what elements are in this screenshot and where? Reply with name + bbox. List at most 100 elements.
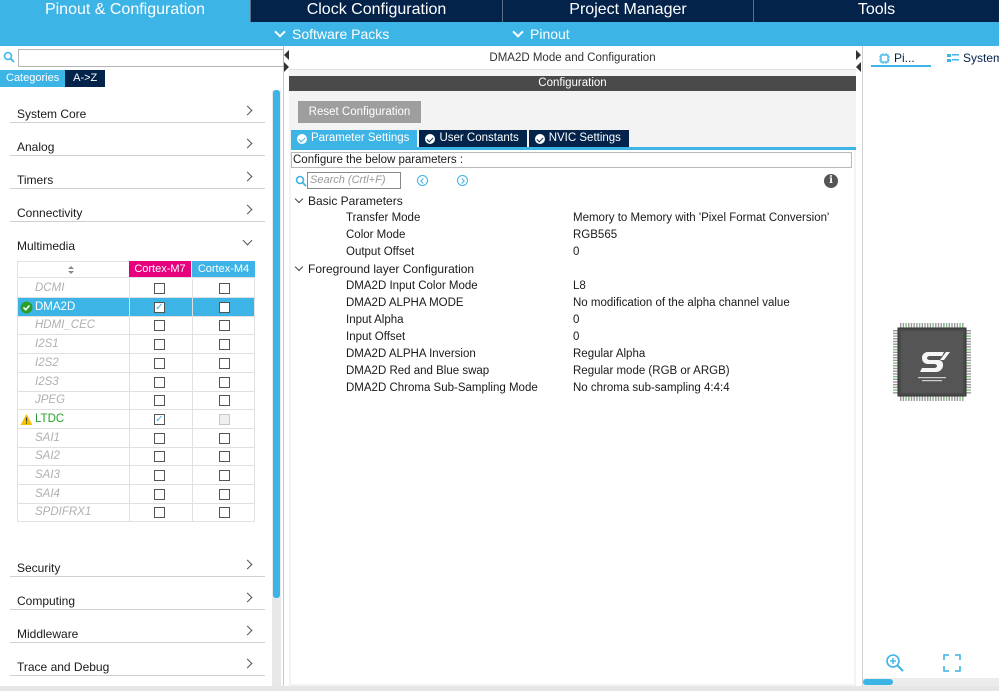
category-trace-and-debug[interactable]: Trace and Debug (10, 648, 265, 676)
software-packs-menu[interactable]: Software Packs (274, 24, 389, 44)
cortex-m7-checkbox[interactable] (154, 357, 165, 369)
info-icon[interactable]: i (824, 174, 838, 188)
cortex-m7-checkbox[interactable] (154, 320, 165, 332)
cortex-m7-checkbox[interactable] (154, 339, 165, 351)
category-middleware[interactable]: Middleware (10, 615, 265, 643)
param-value-transfer-mode[interactable]: Memory to Memory with 'Pixel Format Conv… (573, 212, 829, 224)
reset-configuration-button[interactable]: Reset Configuration (298, 101, 421, 123)
search-icon (3, 51, 15, 63)
param-value-alpha-inversion[interactable]: Regular Alpha (573, 348, 645, 360)
column-divider (129, 466, 130, 484)
cortex-m4-checkbox[interactable] (219, 488, 230, 500)
mode-configuration-panel: DMA2D Mode and Configuration Configurati… (289, 46, 856, 686)
cortex-m4-checkbox[interactable] (219, 283, 230, 294)
cortex-m4-checkbox[interactable] (219, 413, 230, 425)
cortex-m4-checkbox[interactable] (219, 451, 230, 463)
category-analog[interactable]: Analog (10, 128, 265, 156)
right-scrollbar-thumb[interactable] (863, 679, 893, 685)
category-connectivity[interactable]: Connectivity (10, 194, 265, 222)
next-match-icon[interactable] (457, 175, 468, 186)
category-label: Connectivity (17, 206, 83, 220)
cortex-m7-checkbox[interactable] (154, 507, 165, 519)
peripheral-name: DCMI (35, 282, 65, 294)
peripheral-row-jpeg[interactable]: JPEG (17, 391, 255, 411)
cortex-m4-checkbox[interactable] (219, 395, 230, 407)
param-value-color-mode[interactable]: RGB565 (573, 229, 617, 241)
category-computing[interactable]: Computing (10, 582, 265, 610)
param-value-chroma-sub-sampling[interactable]: No chroma sub-sampling 4:4:4 (573, 382, 730, 394)
collapse-right-arrow-icon[interactable] (856, 62, 861, 72)
cortex-m4-checkbox[interactable] (219, 320, 230, 332)
cortex-m7-checkbox[interactable] (154, 376, 165, 388)
tab-tools[interactable]: Tools (754, 0, 999, 22)
peripheral-row-sai1[interactable]: SAI1 (17, 428, 255, 448)
cortex-m7-checkbox[interactable] (154, 488, 165, 500)
category-search-input[interactable] (18, 49, 284, 67)
cortex-m7-checkbox[interactable] (154, 470, 165, 481)
category-security[interactable]: Security (10, 549, 265, 577)
peripheral-row-ltdc[interactable]: LTDC ✓ (17, 409, 255, 429)
cortex-m7-checkbox[interactable] (154, 451, 165, 463)
group-foreground-layer-configuration[interactable]: Foreground layer Configuration (294, 262, 474, 276)
cortex-m7-checkbox[interactable] (154, 283, 165, 294)
tab-clock-configuration[interactable]: Clock Configuration (251, 0, 503, 22)
tab-project-manager[interactable]: Project Manager (503, 0, 754, 22)
param-value-output-offset[interactable]: 0 (573, 246, 579, 258)
zoom-in-icon[interactable] (885, 653, 905, 673)
tab-user-constants[interactable]: User Constants (419, 130, 527, 147)
cortex-m4-checkbox[interactable] (219, 432, 230, 444)
peripheral-row-sai2[interactable]: SAI2 (17, 447, 255, 467)
sort-icon[interactable] (67, 265, 75, 275)
category-system-core[interactable]: System Core (10, 95, 265, 123)
sort-categories-tab[interactable]: Categories (0, 70, 66, 87)
cortex-m4-checkbox[interactable] (219, 507, 230, 519)
peripheral-row-hdmi_cec[interactable]: HDMI_CEC (17, 316, 255, 336)
param-value-input-offset[interactable]: 0 (573, 331, 579, 343)
peripheral-name: JPEG (35, 394, 66, 407)
param-value-red-blue-swap[interactable]: Regular mode (RGB or ARGB) (573, 365, 730, 377)
fit-to-window-icon[interactable] (943, 654, 961, 672)
cortex-m7-checkbox[interactable] (154, 432, 165, 444)
sort-az-tab[interactable]: A->Z (65, 70, 106, 87)
cortex-m4-checkbox[interactable] (219, 301, 230, 313)
category-timers[interactable]: Timers (10, 161, 265, 189)
left-scrollbar-thumb[interactable] (273, 90, 280, 598)
peripheral-row-dma2d[interactable]: DMA2D ✓ (17, 297, 255, 317)
group-basic-parameters[interactable]: Basic Parameters (294, 194, 403, 208)
tab-pinout-view[interactable]: Pi... (879, 51, 915, 65)
cortex-m7-checkbox[interactable]: ✓ (154, 301, 165, 313)
peripheral-row-sai3[interactable]: SAI3 (17, 466, 255, 485)
tab-system-view[interactable]: System (947, 51, 999, 65)
cortex-m4-checkbox[interactable] (219, 376, 230, 388)
param-value-input-color-mode[interactable]: L8 (573, 280, 586, 292)
collapse-right-arrow-icon[interactable] (856, 50, 861, 60)
column-divider (129, 316, 130, 335)
column-divider (129, 279, 130, 297)
tab-parameter-settings[interactable]: Parameter Settings (291, 130, 418, 147)
param-value-alpha-mode[interactable]: No modification of the alpha channel val… (573, 297, 790, 309)
check-circle-icon (20, 301, 33, 314)
chevron-right-icon (242, 204, 253, 215)
peripheral-row-dcmi[interactable]: DCMI (17, 279, 255, 298)
cortex-m7-checkbox[interactable]: ✓ (154, 413, 165, 425)
category-label: Security (17, 561, 61, 575)
peripheral-row-i2s3[interactable]: I2S3 (17, 372, 255, 392)
peripheral-row-spdifrx1[interactable]: SPDIFRX1 (17, 503, 255, 523)
tab-pinout-configuration[interactable]: Pinout & Configuration (0, 0, 251, 22)
cortex-m7-checkbox[interactable] (154, 395, 165, 407)
peripheral-row-i2s1[interactable]: I2S1 (17, 335, 255, 355)
cortex-m4-checkbox[interactable] (219, 470, 230, 481)
peripheral-row-sai4[interactable]: SAI4 (17, 484, 255, 504)
param-value-input-alpha[interactable]: 0 (573, 314, 579, 326)
param-name-alpha-mode: DMA2D ALPHA MODE (346, 297, 464, 309)
previous-match-icon[interactable] (417, 175, 428, 186)
cortex-m4-checkbox[interactable] (219, 339, 230, 351)
mcu-chip-image[interactable] (892, 322, 972, 402)
peripheral-row-i2s2[interactable]: I2S2 (17, 353, 255, 373)
tab-nvic-settings[interactable]: NVIC Settings (528, 130, 629, 147)
pinout-menu[interactable]: Pinout (512, 24, 570, 44)
parameter-search-input[interactable]: Search (Crtl+F) (307, 172, 401, 189)
category-multimedia[interactable]: Multimedia (10, 227, 265, 255)
cortex-m4-checkbox[interactable] (219, 357, 230, 369)
category-label: System Core (17, 107, 87, 121)
